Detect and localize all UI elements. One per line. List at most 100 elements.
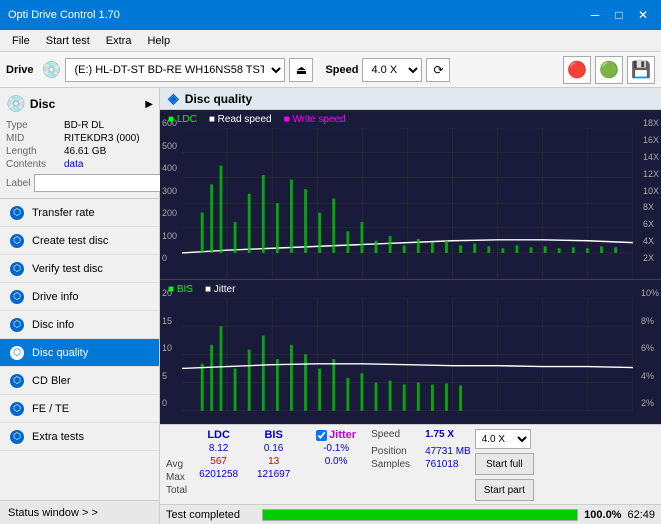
disc-mid-row: MID RITEKDR3 (000) [6,133,153,144]
sidebar-item-transfer-rate[interactable]: ⬡ Transfer rate [0,199,159,227]
bis-col: BIS 0.16 13 121697 [246,429,301,480]
start-part-button[interactable]: Start part [475,479,534,501]
samples-label: Samples [371,459,421,470]
menu-start-test[interactable]: Start test [38,33,98,49]
charts-area: ■ LDC ■ Read speed ■ Write speed 18X 16X… [160,110,661,424]
minimize-button[interactable]: ─ [585,5,605,25]
disc-quality-label: Disc quality [32,347,88,359]
sidebar-item-create-test-disc[interactable]: ⬡ Create test disc [0,227,159,255]
sidebar-item-disc-quality[interactable]: ⬡ Disc quality [0,339,159,367]
toolbar-btn-2[interactable]: 🟢 [595,56,623,84]
top-chart-y-right: 18X 16X 14X 12X 10X 8X 6X 4X 2X [643,118,659,263]
fe-te-label: FE / TE [32,403,69,415]
disc-label-text: Label [6,178,30,189]
ldc-max: 567 [210,456,227,467]
speed-icon-button[interactable]: ⟳ [426,58,450,82]
sidebar-item-cd-bler[interactable]: ⬡ CD Bler [0,367,159,395]
disc-type-row: Type BD-R DL [6,120,153,131]
top-chart-svg: 0.0 5.0 10.0 15.0 20.0 25.0 30.0 35.0 40… [182,128,633,278]
bottom-chart-legend: ■ BIS ■ Jitter [168,284,235,295]
start-full-button[interactable]: Start full [475,453,534,475]
disc-mid-value: RITEKDR3 (000) [64,133,140,144]
sidebar-item-disc-info[interactable]: ⬡ Disc info [0,311,159,339]
disc-label-input[interactable] [34,174,172,192]
disc-label-row: Label 🔍 [6,174,153,192]
speed-select[interactable]: 4.0 X [362,58,422,82]
sidebar-item-verify-test-disc[interactable]: ⬡ Verify test disc [0,255,159,283]
bis-avg: 0.16 [264,443,283,454]
create-test-disc-icon: ⬡ [10,234,24,248]
bis-legend: ■ BIS [168,284,193,295]
transfer-rate-icon: ⬡ [10,206,24,220]
speed-unit-select[interactable]: 4.0 X [475,429,531,449]
disc-info-panel: 💿 Disc ▶ Type BD-R DL MID RITEKDR3 (000)… [0,88,159,199]
disc-quality-header: ◈ Disc quality [160,88,661,110]
read-speed-legend: ■ Read speed [209,114,272,125]
bottom-panel: Avg Max Total LDC 8.12 567 6201258 BIS 0… [160,424,661,504]
eject-button[interactable]: ⏏ [289,58,313,82]
cd-bler-icon: ⬡ [10,374,24,388]
drive-info-label: Drive info [32,291,78,303]
ldc-avg: 8.12 [209,443,228,454]
jitter-checkbox[interactable] [316,430,327,441]
top-chart-y-left: 600 500 400 300 200 100 0 [162,118,177,263]
create-test-disc-label: Create test disc [32,235,108,247]
sidebar: 💿 Disc ▶ Type BD-R DL MID RITEKDR3 (000)… [0,88,160,524]
sidebar-item-drive-info[interactable]: ⬡ Drive info [0,283,159,311]
ldc-header: LDC [207,429,230,441]
disc-quality-header-title: Disc quality [185,92,252,106]
toolbar-btn-1[interactable]: 🔴 [563,56,591,84]
jitter-legend: ■ Jitter [205,284,236,295]
toolbar-btn-3[interactable]: 💾 [627,56,655,84]
progress-pct: 100.0% [584,509,621,521]
drive-label: Drive [6,64,34,76]
speed-unit-col: 4.0 X Start full Start part [475,429,534,501]
samples-val: 761018 [425,459,458,470]
jitter-header: Jitter [329,429,356,441]
menubar: File Start test Extra Help [0,30,661,52]
disc-length-value: 46.61 GB [64,146,106,157]
progress-time: 62:49 [627,509,655,521]
menu-file[interactable]: File [4,33,38,49]
verify-test-disc-icon: ⬡ [10,262,24,276]
drive-select[interactable]: (E:) HL-DT-ST BD-RE WH16NS58 TST4 [65,58,285,82]
max-label: Max [166,472,187,483]
close-button[interactable]: ✕ [633,5,653,25]
disc-header: 💿 Disc ▶ [6,94,153,114]
position-val: 47731 MB [425,446,471,457]
bottom-chart-y-right: 10% 8% 6% 4% 2% [641,288,659,408]
progress-track [262,509,578,521]
ldc-col: LDC 8.12 567 6201258 [191,429,246,480]
stats-labels: Avg Max Total [166,443,187,496]
bis-header: BIS [264,429,282,441]
toolbar: Drive 💿 (E:) HL-DT-ST BD-RE WH16NS58 TST… [0,52,661,88]
drive-icon: 💿 [42,60,62,80]
progress-fill [263,510,577,520]
status-window-label: Status window > > [8,507,98,519]
avg-label: Avg [166,459,187,470]
jitter-avg: -0.1% [323,443,349,454]
maximize-button[interactable]: □ [609,5,629,25]
disc-type-label: Type [6,120,64,131]
verify-test-disc-label: Verify test disc [32,263,103,275]
status-window-bar[interactable]: Status window > > [0,500,159,524]
bottom-chart: ■ BIS ■ Jitter 10% 8% 6% 4% 2% 20 15 10 … [160,280,661,424]
disc-mid-label: MID [6,133,64,144]
titlebar-controls: ─ □ ✕ [585,5,653,25]
progress-status: Test completed [166,509,256,521]
disc-quality-icon: ⬡ [10,346,24,360]
titlebar-title: Opti Drive Control 1.70 [8,9,120,21]
bis-max: 13 [268,456,279,467]
disc-arrow-icon: ▶ [145,99,153,110]
disc-contents-label: Contents [6,159,64,170]
disc-quality-header-icon: ◈ [168,90,179,107]
jitter-max: 0.0% [325,456,348,467]
disc-contents-value: data [64,159,83,170]
sidebar-item-extra-tests[interactable]: ⬡ Extra tests [0,423,159,451]
menu-help[interactable]: Help [139,33,178,49]
sidebar-item-fe-te[interactable]: ⬡ FE / TE [0,395,159,423]
menu-extra[interactable]: Extra [98,33,140,49]
disc-length-label: Length [6,146,64,157]
cd-bler-label: CD Bler [32,375,71,387]
top-chart: ■ LDC ■ Read speed ■ Write speed 18X 16X… [160,110,661,280]
